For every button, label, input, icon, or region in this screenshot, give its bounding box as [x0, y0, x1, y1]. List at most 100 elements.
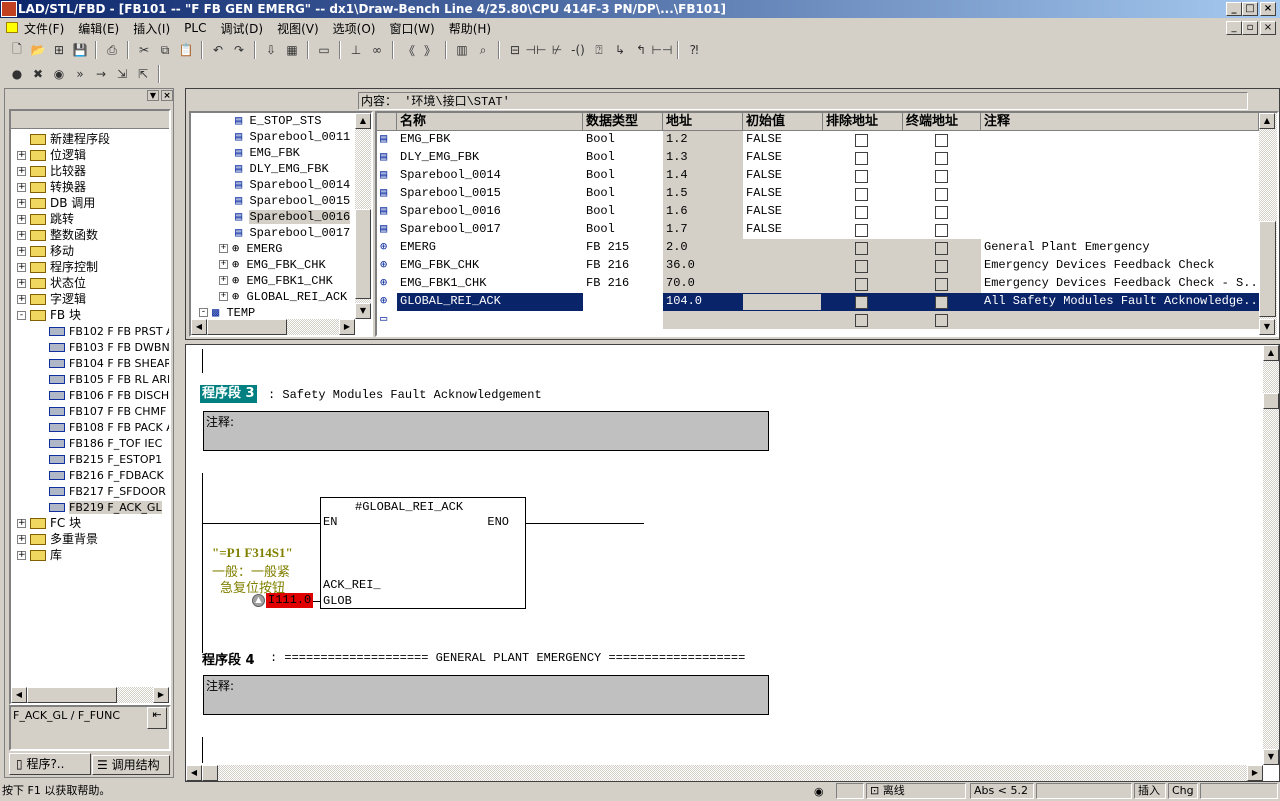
exclude-address-cell[interactable]	[823, 167, 903, 185]
print-icon[interactable]: ⎙	[103, 41, 121, 59]
comment-cell[interactable]: General Plant Emergency	[981, 239, 1259, 257]
exclude-address-cell[interactable]	[823, 293, 903, 311]
interface-tree-item[interactable]: ▤ Sparebool_0014	[235, 177, 350, 193]
row-icon-cell[interactable]: ▭	[377, 311, 397, 329]
comment-cell[interactable]	[981, 167, 1259, 185]
terminal-address-cell[interactable]	[903, 311, 981, 329]
fb-tree-item[interactable]: FB186 F_TOF IEC	[49, 435, 162, 451]
checkbox[interactable]	[935, 314, 948, 327]
row-icon-cell[interactable]: ▤	[377, 167, 397, 185]
tree-item[interactable]: + 库	[17, 547, 62, 563]
checkbox[interactable]	[935, 152, 948, 165]
table-row[interactable]: ▤ Sparebool_0017 Bool 1.7 FALSE	[377, 221, 1259, 239]
checkbox[interactable]	[855, 188, 868, 201]
expand-icon[interactable]: +	[17, 535, 26, 544]
close-button[interactable]: ×	[1260, 2, 1276, 16]
column-header[interactable]: 初始值	[743, 113, 823, 131]
column-header[interactable]: 排除地址	[823, 113, 903, 131]
breakpoint-icon[interactable]: ●	[8, 65, 26, 83]
network-3-comment[interactable]: 注释:	[203, 411, 769, 451]
name-cell[interactable]: GLOBAL_REI_ACK	[397, 293, 583, 311]
interface-tree-item[interactable]: + ⊕ EMERG	[219, 241, 282, 257]
interface-tree-item[interactable]: + ⊕ EMG_FBK1_CHK	[219, 273, 333, 289]
table-row[interactable]: ▤ Sparebool_0015 Bool 1.5 FALSE	[377, 185, 1259, 203]
column-header[interactable]: 名称	[397, 113, 583, 131]
address-cell[interactable]: 1.6	[663, 203, 743, 221]
checkbox[interactable]	[935, 260, 948, 273]
checkbox[interactable]	[855, 224, 868, 237]
table-row[interactable]: ⊕ EMG_FBK1_CHK FB 216 70.0 Emergency Devices…	[377, 275, 1259, 293]
initial-value-cell[interactable]: FALSE	[743, 149, 823, 167]
type-cell[interactable]	[583, 311, 663, 329]
clear-breakpoint-icon[interactable]: ✖	[29, 65, 47, 83]
zoom-icon[interactable]: ⌕	[474, 41, 492, 59]
menu-view[interactable]: 视图(V)	[277, 20, 319, 37]
type-cell[interactable]: Bool	[583, 149, 663, 167]
checkbox[interactable]	[855, 278, 868, 291]
interface-tree-item[interactable]: ▤ Sparebool_0016	[235, 209, 351, 225]
row-icon-cell[interactable]: ▤	[377, 149, 397, 167]
network-4-title[interactable]: : ==================== GENERAL PLANT EME…	[270, 651, 745, 665]
checkbox[interactable]	[855, 314, 868, 327]
fb-tree-item[interactable]: FB107 F FB CHMF	[49, 403, 166, 419]
exclude-address-cell[interactable]	[823, 311, 903, 329]
maximize-button[interactable]: □	[1242, 2, 1258, 16]
fb-tree-item[interactable]: FB216 F_FDBACK	[49, 467, 164, 483]
interface-tree-item[interactable]: ▤ E_STOP_STS	[235, 113, 321, 129]
interface-tree-hscrollbar[interactable]: ◀ ▶	[191, 319, 355, 335]
collapse-icon[interactable]: -	[17, 311, 26, 320]
checkbox[interactable]	[935, 206, 948, 219]
name-cell[interactable]: Sparebool_0014	[397, 167, 583, 185]
fb-tree-item[interactable]: FB105 F FB RL ARE	[49, 371, 169, 387]
expand-icon[interactable]: +	[219, 244, 228, 254]
expand-icon[interactable]: +	[17, 215, 26, 224]
input-address[interactable]: I111.0	[266, 593, 314, 608]
tree-item[interactable]: + 程序控制	[17, 259, 98, 275]
expand-icon[interactable]: +	[17, 247, 26, 256]
checkbox[interactable]	[855, 296, 868, 309]
address-cell[interactable]: 1.5	[663, 185, 743, 203]
help-icon[interactable]: ⁈	[685, 41, 703, 59]
row-icon-cell[interactable]: ▤	[377, 185, 397, 203]
name-cell[interactable]: DLY_EMG_FBK	[397, 149, 583, 167]
terminal-address-cell[interactable]	[903, 293, 981, 311]
name-cell[interactable]: EMERG	[397, 239, 583, 257]
exclude-address-cell[interactable]	[823, 185, 903, 203]
tree-item[interactable]: + 转换器	[17, 179, 86, 195]
fb-tree-item[interactable]: FB104 F FB SHEAR	[49, 355, 169, 371]
menu-options[interactable]: 选项(O)	[333, 20, 376, 37]
new-icon[interactable]: 🗋	[8, 41, 26, 59]
interface-tree-vscrollbar[interactable]: ▲ ▼	[355, 113, 371, 319]
tree-item[interactable]: + 字逻辑	[17, 291, 86, 307]
checkbox[interactable]	[935, 224, 948, 237]
coil-icon[interactable]: -()	[569, 41, 587, 59]
initial-value-cell[interactable]: FALSE	[743, 167, 823, 185]
expand-icon[interactable]: +	[17, 151, 26, 160]
name-cell[interactable]: Sparebool_0015	[397, 185, 583, 203]
terminal-address-cell[interactable]	[903, 221, 981, 239]
name-cell[interactable]: Sparebool_0016	[397, 203, 583, 221]
expand-icon[interactable]: +	[17, 231, 26, 240]
column-header[interactable]	[377, 113, 397, 131]
initial-value-cell[interactable]	[743, 275, 823, 293]
checkbox[interactable]	[855, 152, 868, 165]
terminal-address-cell[interactable]	[903, 149, 981, 167]
tree-item[interactable]: - FB 块	[17, 307, 81, 323]
row-icon-cell[interactable]: ⊕	[377, 257, 397, 275]
close-panel-icon[interactable]: ×	[161, 90, 173, 101]
comment-cell[interactable]	[981, 131, 1259, 149]
expand-icon[interactable]: +	[219, 260, 228, 270]
checkbox[interactable]	[935, 296, 948, 309]
column-header[interactable]: 地址	[663, 113, 743, 131]
exclude-address-cell[interactable]	[823, 239, 903, 257]
expand-icon[interactable]: +	[17, 183, 26, 192]
table-row[interactable]: ⊕ GLOBAL_REI_ACK FB 219 104.0 All Safety Mod…	[377, 293, 1259, 311]
column-header[interactable]: 注释	[981, 113, 1259, 131]
type-cell[interactable]: Bool	[583, 221, 663, 239]
fb-tree-item[interactable]: FB217 F_SFDOOR	[49, 483, 166, 499]
checkbox[interactable]	[855, 206, 868, 219]
network-3-label[interactable]: 程序段 3	[200, 385, 257, 403]
code-vscrollbar[interactable]: ▲ ▼	[1263, 345, 1279, 765]
row-icon-cell[interactable]: ▤	[377, 221, 397, 239]
expand-icon[interactable]: +	[17, 167, 26, 176]
